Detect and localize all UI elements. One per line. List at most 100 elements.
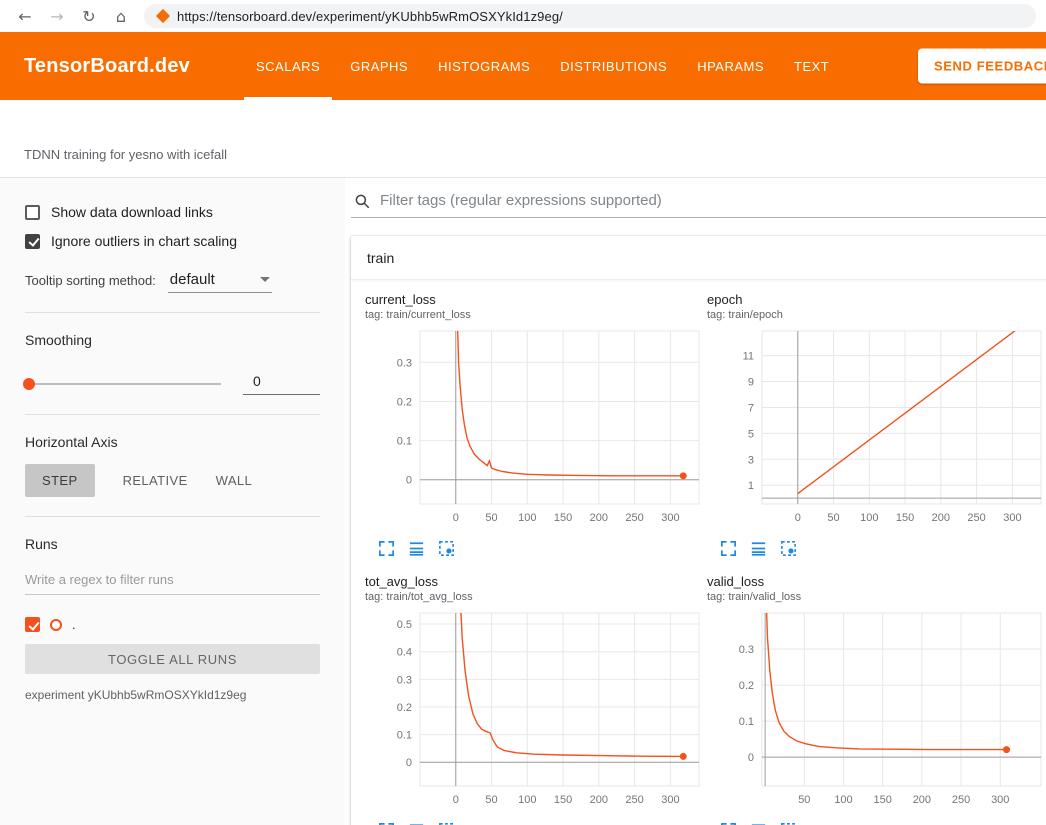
svg-text:50: 50: [485, 512, 497, 524]
train-section-body: current_loss tag: train/current_loss 0 50…: [351, 280, 1046, 825]
svg-text:0.1: 0.1: [397, 436, 412, 448]
chart-toolbar: [707, 821, 1046, 825]
svg-text:0.2: 0.2: [397, 702, 412, 714]
smoothing-label: Smoothing: [25, 332, 320, 348]
chart-title: valid_loss: [707, 574, 1046, 590]
tab-graphs[interactable]: GRAPHS: [338, 32, 420, 100]
svg-text:9: 9: [748, 377, 754, 389]
log-scale-icon[interactable]: [407, 539, 426, 558]
svg-text:0: 0: [453, 512, 459, 524]
fit-domain-icon[interactable]: [437, 539, 456, 558]
app-logo: TensorBoard.dev: [24, 55, 190, 78]
smoothing-slider[interactable]: [25, 383, 221, 385]
svg-text:1: 1: [748, 480, 754, 492]
axis-relative-button[interactable]: RELATIVE: [123, 464, 188, 497]
tooltip-sorting-dropdown[interactable]: default: [168, 271, 272, 293]
home-icon[interactable]: ⌂: [106, 7, 136, 26]
divider: [25, 414, 320, 415]
expand-icon[interactable]: [719, 821, 738, 825]
svg-text:0.2: 0.2: [397, 396, 412, 408]
scalar-line-chart[interactable]: 05010015020025030000.10.20.30.40.5: [365, 610, 702, 816]
scalar-line-chart[interactable]: 05010015020025030000.10.20.3: [365, 328, 702, 534]
tooltip-sorting-value: default: [170, 271, 215, 288]
train-section-card: train current_loss tag: train/current_lo…: [351, 236, 1046, 825]
search-icon: [353, 192, 371, 210]
tab-distributions[interactable]: DISTRIBUTIONS: [548, 32, 679, 100]
forward-icon[interactable]: →: [42, 7, 72, 26]
svg-text:200: 200: [590, 512, 608, 524]
chart-card-current-loss: current_loss tag: train/current_loss 0 50…: [365, 292, 707, 558]
svg-text:50: 50: [485, 794, 497, 806]
tag-filter-row: [351, 190, 1046, 218]
slider-thumb[interactable]: [23, 378, 35, 390]
send-feedback-button[interactable]: SEND FEEDBACK: [918, 49, 1046, 84]
svg-text:300: 300: [661, 794, 679, 806]
svg-text:0.1: 0.1: [397, 730, 412, 742]
expand-icon[interactable]: [377, 821, 396, 825]
svg-text:50: 50: [798, 794, 810, 806]
svg-text:300: 300: [991, 794, 1009, 806]
back-icon[interactable]: ←: [10, 7, 40, 26]
svg-text:3: 3: [748, 454, 754, 466]
content-area: Show data download links Ignore outliers…: [0, 178, 1046, 825]
app-header: TensorBoard.dev SCALARS GRAPHS HISTOGRAM…: [0, 32, 1046, 100]
svg-text:0.5: 0.5: [397, 619, 412, 631]
chart-tag: tag: train/current_loss: [365, 308, 707, 323]
fit-domain-icon[interactable]: [779, 821, 798, 825]
svg-text:150: 150: [874, 794, 892, 806]
browser-toolbar: ← → ↻ ⌂ https://tensorboard.dev/experime…: [0, 0, 1046, 32]
address-bar[interactable]: https://tensorboard.dev/experiment/yKUbh…: [144, 4, 1036, 28]
svg-text:100: 100: [834, 794, 852, 806]
horizontal-axis-label: Horizontal Axis: [25, 434, 320, 450]
svg-text:0.4: 0.4: [397, 647, 412, 659]
header-nav: SCALARS GRAPHS HISTOGRAMS DISTRIBUTIONS …: [244, 32, 841, 100]
chevron-down-icon: [260, 277, 270, 282]
tag-filter-input[interactable]: [380, 190, 1046, 211]
run-checkbox-icon[interactable]: [25, 617, 40, 632]
train-section-header[interactable]: train: [351, 236, 1046, 280]
tab-histograms[interactable]: HISTOGRAMS: [426, 32, 542, 100]
expand-icon[interactable]: [377, 539, 396, 558]
log-scale-icon[interactable]: [749, 821, 768, 825]
checkbox-unchecked-icon[interactable]: [25, 205, 40, 220]
divider: [25, 516, 320, 517]
chart-tag: tag: train/valid_loss: [707, 590, 1046, 605]
svg-text:300: 300: [661, 512, 679, 524]
tab-hparams[interactable]: HPARAMS: [685, 32, 776, 100]
checkbox-checked-icon[interactable]: [25, 234, 40, 249]
svg-text:250: 250: [952, 794, 970, 806]
svg-text:250: 250: [625, 794, 643, 806]
svg-text:150: 150: [554, 512, 572, 524]
svg-text:300: 300: [1003, 512, 1021, 524]
svg-text:250: 250: [625, 512, 643, 524]
expand-icon[interactable]: [719, 539, 738, 558]
tab-text[interactable]: TEXT: [782, 32, 841, 100]
smoothing-slider-row: 0: [25, 373, 320, 395]
tab-scalars[interactable]: SCALARS: [244, 32, 332, 100]
tooltip-sorting-row: Tooltip sorting method: default: [25, 271, 320, 293]
fit-domain-icon[interactable]: [437, 821, 456, 825]
ignore-outliers-row[interactable]: Ignore outliers in chart scaling: [25, 233, 320, 249]
log-scale-icon[interactable]: [749, 539, 768, 558]
refresh-icon[interactable]: ↻: [74, 7, 104, 26]
svg-text:100: 100: [860, 512, 878, 524]
runs-label: Runs: [25, 536, 320, 552]
svg-text:0.3: 0.3: [739, 644, 754, 656]
run-list-item[interactable]: .: [25, 617, 320, 632]
svg-text:200: 200: [913, 794, 931, 806]
smoothing-value-input[interactable]: 0: [243, 373, 320, 395]
settings-sidebar: Show data download links Ignore outliers…: [0, 178, 345, 825]
toggle-all-runs-button[interactable]: TOGGLE ALL RUNS: [25, 644, 320, 674]
scalar-line-chart[interactable]: 0501001502002503001357911: [707, 328, 1044, 534]
chart-title: current_loss: [365, 292, 707, 308]
runs-filter-input[interactable]: [25, 572, 320, 595]
fit-domain-icon[interactable]: [779, 539, 798, 558]
axis-wall-button[interactable]: WALL: [216, 464, 253, 497]
log-scale-icon[interactable]: [407, 821, 426, 825]
svg-text:0.1: 0.1: [739, 716, 754, 728]
axis-step-button[interactable]: STEP: [25, 464, 95, 497]
show-download-links-row[interactable]: Show data download links: [25, 204, 320, 220]
chart-tag: tag: train/tot_avg_loss: [365, 590, 707, 605]
scalar-line-chart[interactable]: 5010015020025030000.10.20.3: [707, 610, 1044, 816]
experiment-caption: experiment yKUbhb5wRmOSXYkId1z9eg: [25, 688, 320, 702]
